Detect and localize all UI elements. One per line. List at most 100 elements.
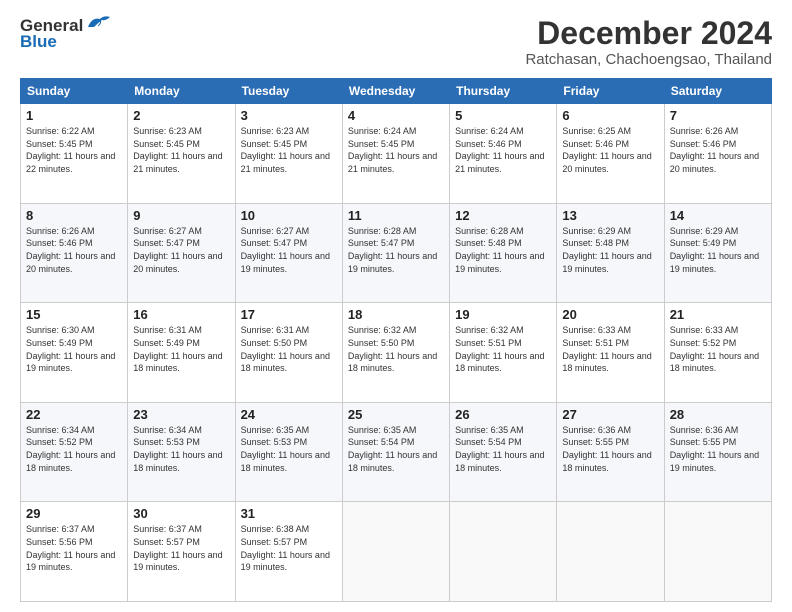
table-row: 8Sunrise: 6:26 AM Sunset: 5:46 PM Daylig… xyxy=(21,203,128,303)
logo-blue: Blue xyxy=(20,32,57,52)
table-row: 28 Sunrise: 6:36 AM Sunset: 5:55 PM Dayli… xyxy=(664,402,771,502)
day-number: 11 xyxy=(348,208,444,223)
day-detail: Sunrise: 6:37 AM Sunset: 5:56 PM Dayligh… xyxy=(26,523,122,573)
day-detail: Sunrise: 6:28 AM Sunset: 5:47 PM Dayligh… xyxy=(348,225,444,275)
day-detail: Sunrise: 6:24 AM Sunset: 5:46 PM Dayligh… xyxy=(455,125,551,175)
table-row: 4 Sunrise: 6:24 AM Sunset: 5:45 PM Daylig… xyxy=(342,104,449,204)
day-detail: Sunrise: 6:32 AM Sunset: 5:51 PM Dayligh… xyxy=(455,324,551,374)
day-number: 23 xyxy=(133,407,229,422)
table-row: 30 Sunrise: 6:37 AM Sunset: 5:57 PM Dayli… xyxy=(128,502,235,602)
table-row: 10Sunrise: 6:27 AM Sunset: 5:47 PM Dayli… xyxy=(235,203,342,303)
day-number: 26 xyxy=(455,407,551,422)
day-number: 19 xyxy=(455,307,551,322)
calendar-week-row: 15 Sunrise: 6:30 AM Sunset: 5:49 PM Dayli… xyxy=(21,303,772,403)
day-detail: Sunrise: 6:35 AM Sunset: 5:54 PM Dayligh… xyxy=(455,424,551,474)
day-detail: Sunrise: 6:35 AM Sunset: 5:53 PM Dayligh… xyxy=(241,424,337,474)
title-block: December 2024 Ratchasan, Chachoengsao, T… xyxy=(525,16,772,68)
day-number: 15 xyxy=(26,307,122,322)
table-row: 18 Sunrise: 6:32 AM Sunset: 5:50 PM Dayli… xyxy=(342,303,449,403)
day-number: 17 xyxy=(241,307,337,322)
day-detail: Sunrise: 6:29 AM Sunset: 5:48 PM Dayligh… xyxy=(562,225,658,275)
day-detail: Sunrise: 6:31 AM Sunset: 5:50 PM Dayligh… xyxy=(241,324,337,374)
day-detail: Sunrise: 6:33 AM Sunset: 5:51 PM Dayligh… xyxy=(562,324,658,374)
day-detail: Sunrise: 6:23 AM Sunset: 5:45 PM Dayligh… xyxy=(241,125,337,175)
col-saturday: Saturday xyxy=(664,79,771,104)
day-detail: Sunrise: 6:25 AM Sunset: 5:46 PM Dayligh… xyxy=(562,125,658,175)
day-number: 30 xyxy=(133,506,229,521)
day-number: 31 xyxy=(241,506,337,521)
table-row: 5Sunrise: 6:24 AM Sunset: 5:46 PM Daylig… xyxy=(450,104,557,204)
col-tuesday: Tuesday xyxy=(235,79,342,104)
day-detail: Sunrise: 6:36 AM Sunset: 5:55 PM Dayligh… xyxy=(670,424,766,474)
table-row: 14 Sunrise: 6:29 AM Sunset: 5:49 PM Dayli… xyxy=(664,203,771,303)
col-wednesday: Wednesday xyxy=(342,79,449,104)
day-number: 18 xyxy=(348,307,444,322)
day-number: 4 xyxy=(348,108,444,123)
col-friday: Friday xyxy=(557,79,664,104)
day-number: 25 xyxy=(348,407,444,422)
day-detail: Sunrise: 6:30 AM Sunset: 5:49 PM Dayligh… xyxy=(26,324,122,374)
day-detail: Sunrise: 6:33 AM Sunset: 5:52 PM Dayligh… xyxy=(670,324,766,374)
table-row xyxy=(664,502,771,602)
table-row: 11 Sunrise: 6:28 AM Sunset: 5:47 PM Dayli… xyxy=(342,203,449,303)
day-number: 14 xyxy=(670,208,766,223)
table-row: 29Sunrise: 6:37 AM Sunset: 5:56 PM Dayli… xyxy=(21,502,128,602)
table-row: 25Sunrise: 6:35 AM Sunset: 5:54 PM Dayli… xyxy=(342,402,449,502)
table-row: 15 Sunrise: 6:30 AM Sunset: 5:49 PM Dayli… xyxy=(21,303,128,403)
table-row: 7 Sunrise: 6:26 AM Sunset: 5:46 PM Daylig… xyxy=(664,104,771,204)
calendar-week-row: 8Sunrise: 6:26 AM Sunset: 5:46 PM Daylig… xyxy=(21,203,772,303)
calendar-week-row: 22Sunrise: 6:34 AM Sunset: 5:52 PM Dayli… xyxy=(21,402,772,502)
logo: General Blue xyxy=(20,16,112,52)
day-number: 3 xyxy=(241,108,337,123)
day-detail: Sunrise: 6:37 AM Sunset: 5:57 PM Dayligh… xyxy=(133,523,229,573)
table-row: 12 Sunrise: 6:28 AM Sunset: 5:48 PM Dayli… xyxy=(450,203,557,303)
calendar-week-row: 29Sunrise: 6:37 AM Sunset: 5:56 PM Dayli… xyxy=(21,502,772,602)
day-detail: Sunrise: 6:28 AM Sunset: 5:48 PM Dayligh… xyxy=(455,225,551,275)
day-detail: Sunrise: 6:24 AM Sunset: 5:45 PM Dayligh… xyxy=(348,125,444,175)
table-row: 22Sunrise: 6:34 AM Sunset: 5:52 PM Dayli… xyxy=(21,402,128,502)
day-number: 8 xyxy=(26,208,122,223)
day-number: 16 xyxy=(133,307,229,322)
day-number: 2 xyxy=(133,108,229,123)
table-row: 9 Sunrise: 6:27 AM Sunset: 5:47 PM Daylig… xyxy=(128,203,235,303)
subtitle: Ratchasan, Chachoengsao, Thailand xyxy=(525,51,772,68)
day-number: 12 xyxy=(455,208,551,223)
day-number: 24 xyxy=(241,407,337,422)
table-row xyxy=(342,502,449,602)
table-row: 3 Sunrise: 6:23 AM Sunset: 5:45 PM Daylig… xyxy=(235,104,342,204)
day-number: 9 xyxy=(133,208,229,223)
day-number: 6 xyxy=(562,108,658,123)
header: General Blue December 2024 Ratchasan, Ch… xyxy=(20,16,772,68)
day-detail: Sunrise: 6:31 AM Sunset: 5:49 PM Dayligh… xyxy=(133,324,229,374)
table-row: 13Sunrise: 6:29 AM Sunset: 5:48 PM Dayli… xyxy=(557,203,664,303)
day-detail: Sunrise: 6:29 AM Sunset: 5:49 PM Dayligh… xyxy=(670,225,766,275)
day-number: 22 xyxy=(26,407,122,422)
calendar-week-row: 1Sunrise: 6:22 AM Sunset: 5:45 PM Daylig… xyxy=(21,104,772,204)
table-row: 6 Sunrise: 6:25 AM Sunset: 5:46 PM Daylig… xyxy=(557,104,664,204)
day-detail: Sunrise: 6:27 AM Sunset: 5:47 PM Dayligh… xyxy=(133,225,229,275)
calendar-table: Sunday Monday Tuesday Wednesday Thursday… xyxy=(20,78,772,602)
day-number: 20 xyxy=(562,307,658,322)
day-detail: Sunrise: 6:32 AM Sunset: 5:50 PM Dayligh… xyxy=(348,324,444,374)
table-row: 20 Sunrise: 6:33 AM Sunset: 5:51 PM Dayli… xyxy=(557,303,664,403)
day-detail: Sunrise: 6:36 AM Sunset: 5:55 PM Dayligh… xyxy=(562,424,658,474)
day-detail: Sunrise: 6:23 AM Sunset: 5:45 PM Dayligh… xyxy=(133,125,229,175)
day-detail: Sunrise: 6:26 AM Sunset: 5:46 PM Dayligh… xyxy=(670,125,766,175)
table-row: 21Sunrise: 6:33 AM Sunset: 5:52 PM Dayli… xyxy=(664,303,771,403)
day-number: 7 xyxy=(670,108,766,123)
table-row: 23Sunrise: 6:34 AM Sunset: 5:53 PM Dayli… xyxy=(128,402,235,502)
day-number: 28 xyxy=(670,407,766,422)
day-number: 10 xyxy=(241,208,337,223)
page: General Blue December 2024 Ratchasan, Ch… xyxy=(0,0,792,612)
col-monday: Monday xyxy=(128,79,235,104)
logo-bird-icon xyxy=(86,13,112,33)
table-row: 17 Sunrise: 6:31 AM Sunset: 5:50 PM Dayli… xyxy=(235,303,342,403)
table-row xyxy=(557,502,664,602)
day-number: 27 xyxy=(562,407,658,422)
col-thursday: Thursday xyxy=(450,79,557,104)
day-detail: Sunrise: 6:22 AM Sunset: 5:45 PM Dayligh… xyxy=(26,125,122,175)
calendar-header-row: Sunday Monday Tuesday Wednesday Thursday… xyxy=(21,79,772,104)
main-title: December 2024 xyxy=(525,16,772,51)
table-row: 2 Sunrise: 6:23 AM Sunset: 5:45 PM Daylig… xyxy=(128,104,235,204)
table-row: 31Sunrise: 6:38 AM Sunset: 5:57 PM Dayli… xyxy=(235,502,342,602)
